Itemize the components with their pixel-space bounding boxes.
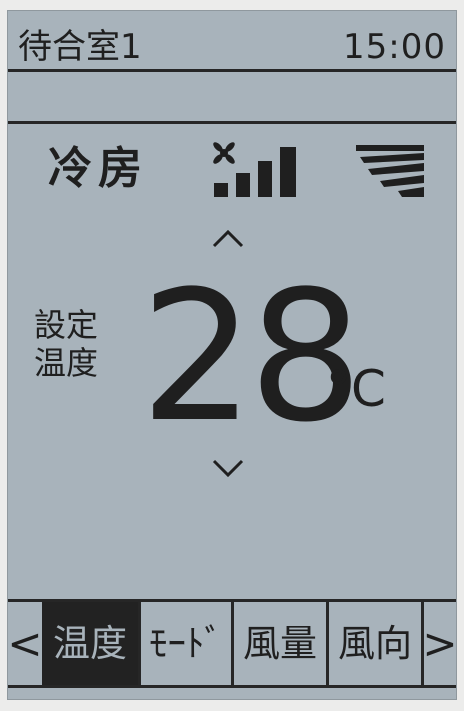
tab-label: ﾓｰﾄﾞ bbox=[149, 621, 223, 665]
tab-label: 温度 bbox=[53, 621, 127, 665]
tab-temperature[interactable]: 温度 bbox=[42, 602, 138, 685]
tab-mode[interactable]: ﾓｰﾄﾞ bbox=[141, 602, 231, 685]
tab-fan-speed[interactable]: 風量 bbox=[234, 602, 326, 685]
operation-mode: 冷房 bbox=[48, 143, 148, 194]
header-divider bbox=[8, 69, 456, 72]
clock-time: 15:00 bbox=[343, 27, 446, 67]
lcd-screen: 待合室1 15:00 冷房 設定温度 28 °C < 温度 ﾓｰﾄﾞ 風量 風向… bbox=[7, 10, 458, 700]
status-divider bbox=[8, 121, 456, 124]
tab-air-direction[interactable]: 風向 bbox=[329, 602, 421, 685]
menu-prev-arrow[interactable]: < bbox=[7, 602, 42, 685]
temperature-unit: °C bbox=[326, 360, 386, 418]
tab-label: 風量 bbox=[243, 621, 317, 665]
setpoint-temperature: 28 bbox=[140, 253, 363, 462]
chevron-down-icon[interactable] bbox=[208, 455, 248, 481]
airflow-vane-icon bbox=[356, 145, 424, 197]
tab-label: 風向 bbox=[338, 621, 412, 665]
fan-speed-bars-icon bbox=[213, 142, 296, 197]
chevron-up-icon[interactable] bbox=[208, 226, 248, 252]
room-name: 待合室1 bbox=[18, 27, 142, 67]
menu-next-arrow[interactable]: > bbox=[422, 602, 457, 685]
menu-bottom-divider bbox=[8, 685, 456, 688]
function-menu: < 温度 ﾓｰﾄﾞ 風量 風向 > bbox=[7, 599, 458, 689]
setpoint-label: 設定温度 bbox=[34, 306, 99, 382]
